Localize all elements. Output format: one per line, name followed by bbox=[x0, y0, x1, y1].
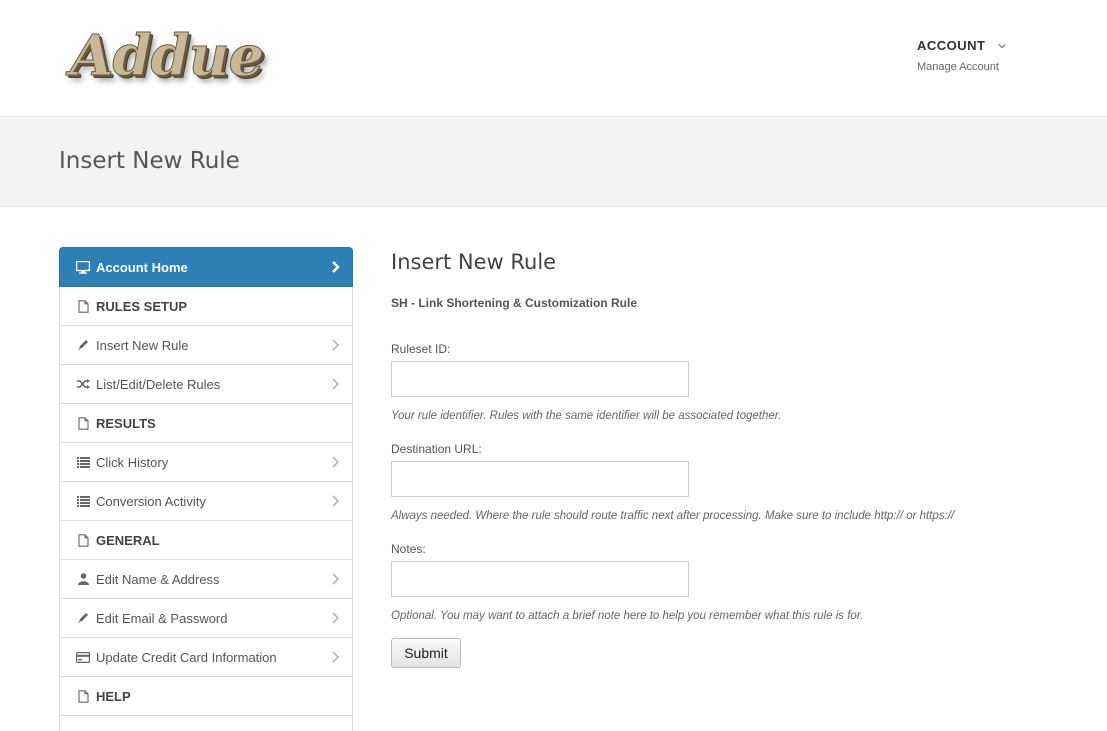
list-icon bbox=[76, 494, 90, 508]
sidebar-item-list-edit-delete-rules[interactable]: List/Edit/Delete Rules bbox=[59, 365, 353, 404]
credit-card-icon bbox=[76, 650, 90, 664]
chevron-right-icon bbox=[332, 573, 339, 585]
document-icon bbox=[76, 299, 90, 313]
sidebar-item-label: RESULTS bbox=[96, 415, 156, 431]
account-title: ACCOUNT bbox=[917, 38, 986, 53]
ruleset-id-label: Ruleset ID: bbox=[391, 342, 451, 356]
account-subtitle[interactable]: Manage Account bbox=[917, 61, 1006, 73]
sidebar-section-rules-setup: RULES SETUP bbox=[59, 287, 353, 326]
destination-url-label: Destination URL: bbox=[391, 442, 482, 456]
chevron-right-icon bbox=[332, 261, 340, 273]
sidebar-nav: Account Home RULES SETUP Insert New Rule Li… bbox=[59, 247, 353, 731]
notes-input[interactable] bbox=[391, 561, 689, 597]
sidebar-item-account-home[interactable]: Account Home bbox=[59, 247, 353, 287]
ruleset-id-help: Your rule identifier. Rules with the sam… bbox=[391, 410, 782, 422]
sidebar-item-insert-new-rule[interactable]: Insert New Rule bbox=[59, 326, 353, 365]
chevron-down-icon bbox=[997, 43, 1006, 48]
chevron-right-icon bbox=[332, 456, 339, 468]
document-icon bbox=[76, 416, 90, 430]
chevron-right-icon bbox=[332, 378, 339, 390]
page-title: Insert New Rule bbox=[59, 148, 240, 174]
sidebar-item-label: Edit Email & Password bbox=[96, 610, 228, 626]
sidebar-item-edit-email-password[interactable]: Edit Email & Password bbox=[59, 599, 353, 638]
account-menu: ACCOUNT Manage Account bbox=[917, 38, 1006, 73]
monitor-icon bbox=[76, 260, 90, 274]
sidebar-item-update-credit-card-information[interactable]: Update Credit Card Information bbox=[59, 638, 353, 677]
list-icon bbox=[76, 455, 90, 469]
pencil-icon bbox=[76, 611, 90, 625]
sidebar-item-label: RULES SETUP bbox=[96, 298, 188, 314]
logo-text: Addue bbox=[70, 23, 265, 90]
main-content: Insert New Rule SH - Link Shortening & C… bbox=[391, 247, 1071, 668]
destination-url-input[interactable] bbox=[391, 461, 689, 497]
sidebar-item-conversion-activity[interactable]: Conversion Activity bbox=[59, 482, 353, 521]
sidebar-item-label: GENERAL bbox=[96, 532, 160, 548]
site-header: Addue ACCOUNT Manage Account bbox=[0, 0, 1107, 117]
submit-button[interactable]: Submit bbox=[391, 638, 461, 668]
chevron-right-icon bbox=[332, 495, 339, 507]
sidebar-section-general: GENERAL bbox=[59, 521, 353, 560]
chevron-right-icon bbox=[332, 339, 339, 351]
sidebar-item-label: Conversion Activity bbox=[96, 493, 206, 509]
pencil-icon bbox=[76, 338, 90, 352]
sidebar-item-label: HELP bbox=[96, 688, 131, 704]
account-dropdown[interactable]: ACCOUNT bbox=[917, 38, 1006, 53]
chevron-right-icon bbox=[332, 612, 339, 624]
rule-type-label: SH - Link Shortening & Customization Rul… bbox=[391, 296, 637, 310]
document-icon bbox=[76, 689, 90, 703]
sidebar-item-label: Edit Name & Address bbox=[96, 571, 220, 587]
field-ruleset-id: Ruleset ID: Your rule identifier. Rules … bbox=[391, 342, 1071, 422]
sidebar-item-click-history[interactable]: Click History bbox=[59, 443, 353, 482]
sidebar-item-label: Update Credit Card Information bbox=[96, 649, 277, 665]
user-icon bbox=[76, 572, 90, 586]
sidebar-item-label: Insert New Rule bbox=[96, 337, 189, 353]
page-title-band: Insert New Rule bbox=[0, 118, 1107, 207]
sidebar-item-label: List/Edit/Delete Rules bbox=[96, 376, 221, 392]
ruleset-id-input[interactable] bbox=[391, 361, 689, 397]
destination-url-help: Always needed. Where the rule should rou… bbox=[391, 510, 955, 522]
sidebar-item-partial[interactable] bbox=[59, 716, 353, 731]
sidebar-section-results: RESULTS bbox=[59, 404, 353, 443]
addue-logo[interactable]: Addue bbox=[70, 22, 265, 90]
notes-label: Notes: bbox=[391, 542, 426, 556]
form-heading: Insert New Rule bbox=[391, 250, 557, 274]
sidebar-section-help: HELP bbox=[59, 677, 353, 716]
chevron-right-icon bbox=[332, 651, 339, 663]
field-destination-url: Destination URL: Always needed. Where th… bbox=[391, 442, 1071, 522]
field-notes: Notes: Optional. You may want to attach … bbox=[391, 542, 1071, 622]
document-icon bbox=[76, 533, 90, 547]
sidebar-item-label: Click History bbox=[96, 454, 169, 470]
sidebar-item-edit-name-address[interactable]: Edit Name & Address bbox=[59, 560, 353, 599]
sidebar-item-label: Account Home bbox=[96, 259, 188, 275]
notes-help: Optional. You may want to attach a brief… bbox=[391, 610, 864, 622]
shuffle-icon bbox=[76, 377, 90, 391]
